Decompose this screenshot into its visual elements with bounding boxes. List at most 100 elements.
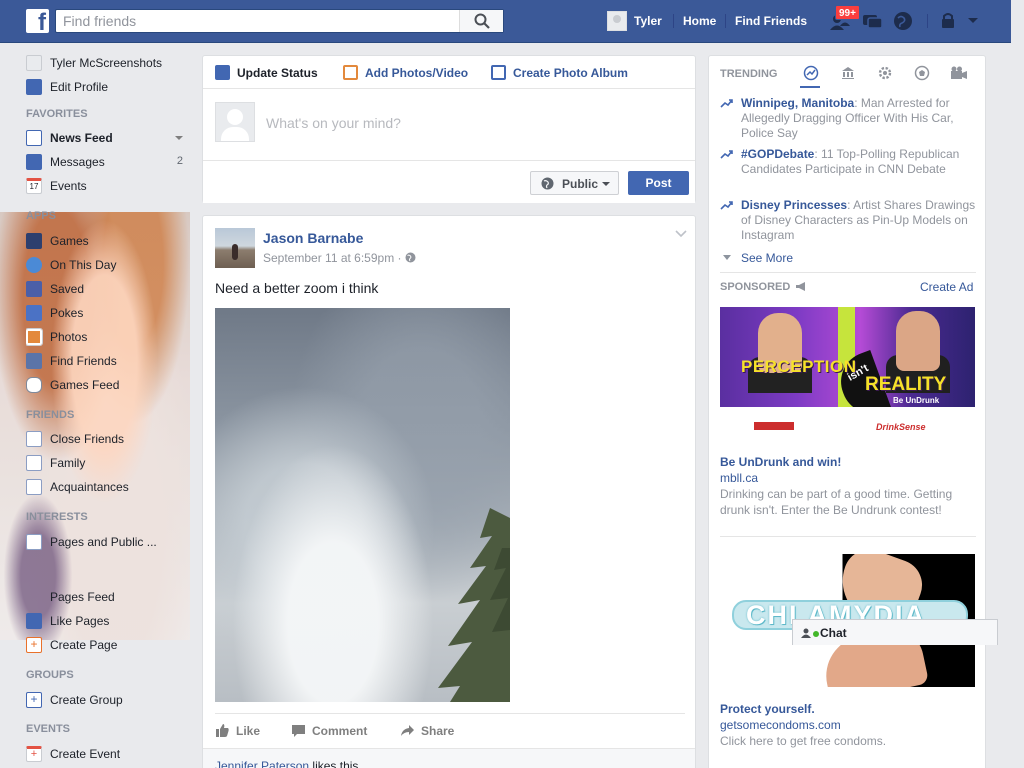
post-button[interactable]: Post bbox=[628, 171, 689, 195]
sidebar-item-label: Pages and Public ... bbox=[50, 535, 157, 549]
sidebar-item-label: Edit Profile bbox=[50, 80, 109, 94]
chevron-down-icon bbox=[602, 182, 610, 186]
messages-button[interactable] bbox=[860, 10, 884, 32]
sidebar-item-on-this-day[interactable]: On This Day bbox=[26, 256, 186, 274]
sidebar-item-find-friends[interactable]: Find Friends bbox=[26, 352, 186, 370]
privacy-shortcuts-button[interactable] bbox=[938, 10, 962, 32]
trend-up-icon bbox=[720, 150, 733, 159]
family-list-icon bbox=[26, 455, 42, 471]
composer-tabs: Update Status Add Photos/Video Create Ph… bbox=[203, 56, 695, 89]
account-menu-button[interactable] bbox=[966, 10, 990, 32]
sidebar-item-close-friends[interactable]: Close Friends bbox=[26, 430, 186, 448]
messages-icon bbox=[863, 15, 883, 29]
section-header-interests: INTERESTS bbox=[26, 511, 88, 523]
sidebar-item-like-pages[interactable]: Like Pages bbox=[26, 612, 186, 630]
create-ad-link[interactable]: Create Ad bbox=[920, 280, 973, 294]
sidebar-item-label: Create Event bbox=[50, 747, 121, 761]
lock-icon bbox=[942, 13, 954, 28]
sidebar-item-news-feed[interactable]: News Feed bbox=[26, 129, 186, 147]
chevron-down-icon bbox=[723, 255, 731, 260]
trending-icon[interactable] bbox=[803, 65, 819, 81]
likes-suffix: likes this. bbox=[309, 759, 362, 768]
nav-divider bbox=[725, 14, 726, 28]
trending-topic: #GOPDebate bbox=[741, 147, 815, 161]
sidebar-item-pokes[interactable]: Pokes bbox=[26, 304, 186, 322]
politics-icon[interactable] bbox=[840, 65, 856, 81]
star-list-icon bbox=[26, 431, 42, 447]
avatar[interactable] bbox=[215, 228, 255, 268]
thumbs-up-icon bbox=[216, 724, 229, 737]
ad-title[interactable]: Be UnDrunk and win! bbox=[720, 455, 841, 469]
online-status-icon bbox=[813, 631, 819, 637]
ad-image[interactable]: PERCEPTION isn't REALITY Be UnDrunk Drin… bbox=[720, 307, 975, 440]
globe-icon bbox=[541, 177, 554, 190]
sidebar-item-edit-profile[interactable]: Edit Profile bbox=[26, 78, 186, 96]
post-timestamp[interactable]: September 11 at 6:59pm · bbox=[263, 251, 416, 265]
post-author[interactable]: Jason Barnabe bbox=[263, 230, 363, 246]
post-photo[interactable] bbox=[215, 308, 510, 702]
liker-link[interactable]: Jennifer Paterson bbox=[215, 759, 309, 768]
sidebar-item-profile[interactable]: Tyler McScreenshots bbox=[26, 54, 186, 72]
sidebar-item-create-page[interactable]: + Create Page bbox=[26, 636, 186, 654]
ad-url[interactable]: mbll.ca bbox=[720, 471, 758, 485]
post-text: Need a better zoom i think bbox=[215, 280, 379, 296]
sports-icon[interactable] bbox=[914, 65, 930, 81]
chevron-down-icon[interactable] bbox=[175, 136, 183, 140]
action-label: Like bbox=[236, 724, 261, 738]
avatar bbox=[26, 55, 42, 71]
sidebar-item-family[interactable]: Family bbox=[26, 454, 186, 472]
sidebar-item-create-event[interactable]: + Create Event bbox=[26, 745, 186, 763]
avatar bbox=[215, 102, 255, 142]
sidebar-item-label: Games Feed bbox=[50, 378, 120, 392]
science-icon[interactable] bbox=[877, 65, 893, 81]
sidebar-item-messages[interactable]: Messages 2 bbox=[26, 153, 186, 171]
chevron-down-icon[interactable] bbox=[675, 230, 687, 238]
clock-icon bbox=[26, 257, 42, 273]
pencil-icon bbox=[215, 65, 230, 80]
album-icon bbox=[491, 65, 506, 80]
sidebar-item-label: Photos bbox=[50, 330, 88, 344]
trending-separator: : bbox=[854, 96, 861, 110]
likes-text: Jennifer Paterson likes this. bbox=[215, 759, 362, 768]
sidebar-item-label: Saved bbox=[50, 282, 85, 296]
search-button[interactable] bbox=[459, 10, 503, 32]
ad-image-text: REALITY bbox=[865, 374, 947, 395]
sidebar-item-saved[interactable]: Saved bbox=[26, 280, 186, 298]
section-header-groups: GROUPS bbox=[26, 669, 74, 681]
ad-url[interactable]: getsomecondoms.com bbox=[720, 718, 841, 732]
sidebar-item-label: Create Page bbox=[50, 638, 118, 652]
tree-silhouette bbox=[438, 508, 510, 702]
section-header-apps: APPS bbox=[26, 210, 56, 222]
sidebar-item-create-group[interactable]: + Create Group bbox=[26, 691, 186, 709]
find-friends-link[interactable]: Find Friends bbox=[735, 14, 807, 28]
status-composer: Update Status Add Photos/Video Create Ph… bbox=[202, 55, 696, 203]
active-category-indicator bbox=[800, 86, 820, 88]
find-friends-icon bbox=[26, 353, 42, 369]
sidebar-item-photos[interactable]: Photos bbox=[26, 328, 186, 346]
status-input[interactable] bbox=[266, 113, 676, 133]
chevron-down-icon bbox=[968, 18, 978, 23]
sidebar-item-label: Close Friends bbox=[50, 432, 125, 446]
ad-image-text: PERCEPTION bbox=[741, 357, 857, 376]
sidebar-item-events[interactable]: 17 Events bbox=[26, 177, 186, 195]
entertainment-icon[interactable] bbox=[950, 65, 968, 81]
sidebar-item-label: Find Friends bbox=[50, 354, 117, 368]
chat-tab[interactable]: Chat bbox=[792, 619, 998, 645]
sponsored-header: SPONSORED bbox=[720, 281, 805, 293]
sidebar-item-pages-feed[interactable]: Pages Feed bbox=[26, 588, 186, 606]
trending-header: TRENDING bbox=[720, 68, 778, 80]
ad-title[interactable]: Protect yourself. bbox=[720, 702, 815, 716]
sidebar-item-pages-and-public[interactable]: Pages and Public ... bbox=[26, 533, 186, 551]
messages-icon bbox=[26, 154, 42, 170]
privacy-selector[interactable]: Public bbox=[530, 171, 619, 195]
sidebar-item-games-feed[interactable]: Games Feed bbox=[26, 376, 186, 394]
timestamp-text: September 11 at 6:59pm · bbox=[263, 251, 402, 265]
sidebar-item-label: Acquaintances bbox=[50, 480, 129, 494]
globe-icon bbox=[894, 12, 912, 30]
sidebar-item-games[interactable]: Games bbox=[26, 232, 186, 250]
gamepad-icon bbox=[26, 377, 42, 393]
sidebar-item-acquaintances[interactable]: Acquaintances bbox=[26, 478, 186, 496]
home-link[interactable]: Home bbox=[683, 14, 716, 28]
sidebar-item-label: Family bbox=[50, 456, 86, 470]
notifications-button[interactable] bbox=[891, 10, 915, 32]
